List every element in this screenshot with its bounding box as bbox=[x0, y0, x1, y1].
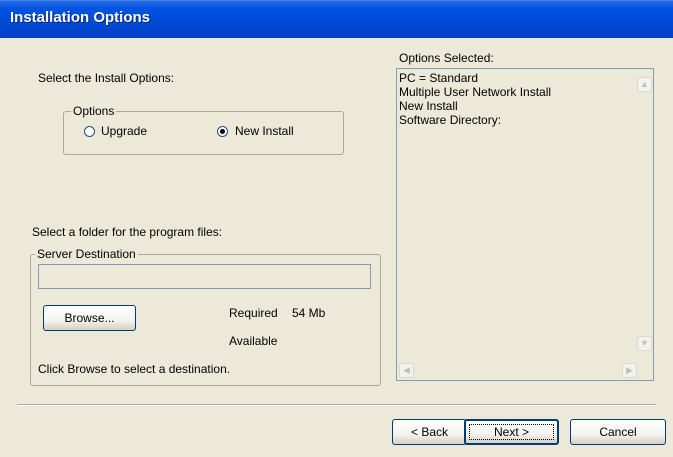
list-item: Software Directory: bbox=[399, 113, 502, 127]
new-install-radio-label[interactable]: New Install bbox=[235, 124, 294, 138]
cancel-button-label: Cancel bbox=[599, 425, 637, 439]
back-button-label: < Back bbox=[410, 425, 449, 439]
browse-hint: Click Browse to select a destination. bbox=[38, 362, 231, 376]
next-button[interactable]: Next > bbox=[464, 419, 559, 445]
title-bar: Installation Options bbox=[0, 0, 673, 38]
required-label: Required bbox=[229, 306, 278, 320]
list-item: PC = Standard bbox=[399, 71, 479, 85]
scroll-down-icon[interactable]: ▼ bbox=[637, 336, 652, 351]
next-button-label: Next > bbox=[493, 425, 529, 439]
options-selected-list[interactable]: PC = Standard Multiple User Network Inst… bbox=[396, 68, 654, 381]
back-button[interactable]: < Back bbox=[392, 419, 467, 445]
scroll-up-icon[interactable]: ▲ bbox=[637, 77, 652, 92]
radio-selected-dot bbox=[220, 129, 225, 134]
options-group-label: Options bbox=[71, 104, 117, 118]
required-value: 54 Mb bbox=[292, 306, 326, 320]
install-options-prompt: Select the Install Options: bbox=[38, 71, 175, 85]
list-item: Multiple User Network Install bbox=[399, 85, 552, 99]
browse-button[interactable]: Browse... bbox=[43, 305, 136, 331]
window-title: Installation Options bbox=[10, 9, 151, 26]
upgrade-radio[interactable] bbox=[84, 126, 95, 137]
available-label: Available bbox=[229, 334, 278, 348]
options-list-content: PC = Standard Multiple User Network Inst… bbox=[399, 71, 551, 127]
scroll-right-icon[interactable]: ▶ bbox=[622, 363, 637, 378]
folder-prompt: Select a folder for the program files: bbox=[32, 225, 223, 239]
cancel-button[interactable]: Cancel bbox=[570, 419, 666, 445]
server-destination-label: Server Destination bbox=[35, 247, 138, 261]
new-install-radio[interactable] bbox=[217, 126, 228, 137]
scroll-left-icon[interactable]: ◀ bbox=[399, 363, 414, 378]
footer-separator bbox=[17, 404, 656, 406]
destination-path-field[interactable] bbox=[38, 264, 371, 289]
options-selected-label: Options Selected: bbox=[399, 51, 494, 65]
list-item: New Install bbox=[399, 99, 458, 113]
browse-button-label: Browse... bbox=[64, 311, 115, 325]
upgrade-radio-label[interactable]: Upgrade bbox=[101, 124, 147, 138]
